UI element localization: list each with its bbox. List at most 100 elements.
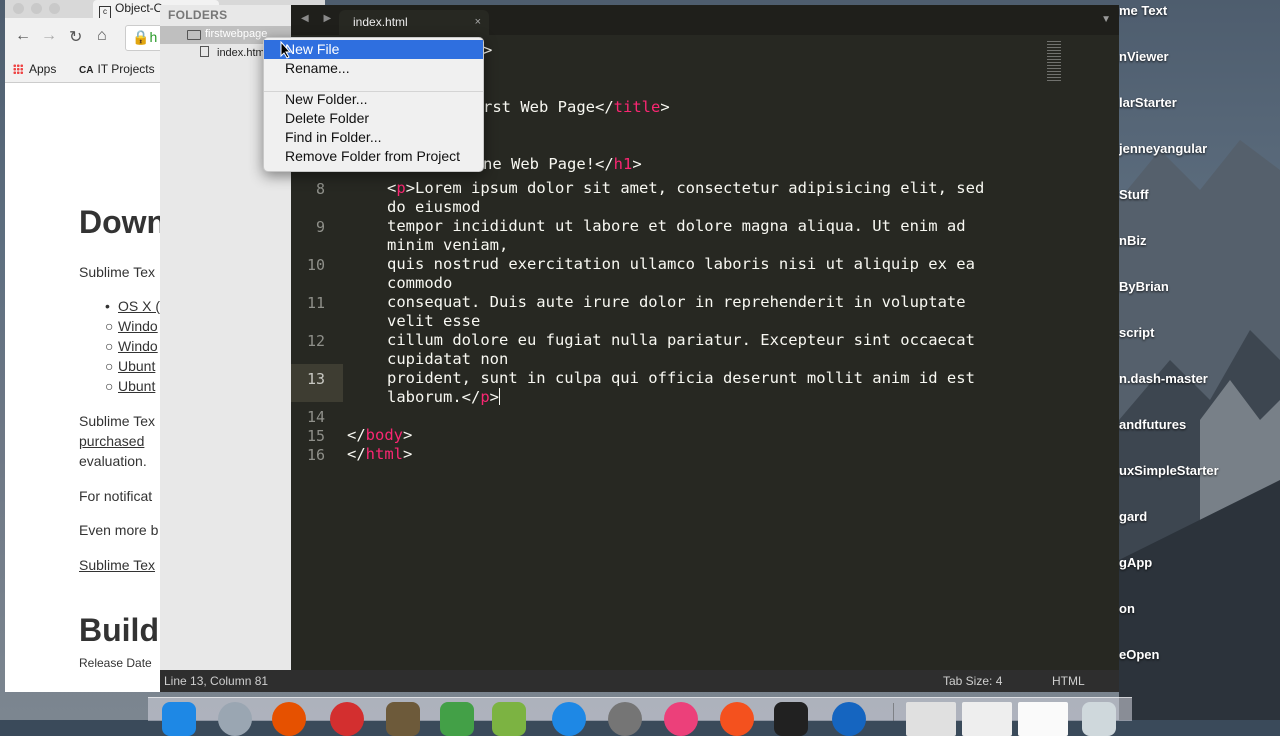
line-number: 12	[306, 332, 325, 350]
download-link[interactable]: Windo	[118, 338, 158, 354]
lock-icon: 🔒	[132, 29, 150, 45]
minimized-window-thumbnail[interactable]	[962, 702, 1012, 736]
line-number: 16	[306, 446, 325, 464]
download-link[interactable]: OS X (	[118, 298, 160, 314]
reload-icon[interactable]: ↻	[69, 27, 82, 47]
code-fragment: rst Web Page</title>	[483, 98, 670, 116]
code-line: </html>	[347, 445, 413, 463]
code-fragment: >	[483, 41, 493, 59]
window-close-button[interactable]	[13, 3, 24, 14]
code-text: >	[632, 155, 642, 173]
line-number: 13	[306, 370, 325, 388]
desktop-item[interactable]: gApp	[1119, 555, 1152, 570]
code-line: quis nostrud exercitation ullamco labori…	[387, 255, 975, 273]
page-paragraph: evaluation.	[79, 453, 147, 469]
line-number: 11	[306, 294, 325, 312]
page-link[interactable]: Sublime Tex	[79, 557, 155, 573]
list-item: ○	[105, 378, 114, 394]
dock	[148, 697, 1132, 736]
sublime-text-icon[interactable]	[386, 702, 420, 736]
trash-icon[interactable]	[1082, 702, 1116, 736]
sidebar-header: FOLDERS	[168, 8, 228, 22]
ca-logo-icon: CA	[79, 65, 94, 76]
finder-icon[interactable]	[162, 702, 196, 736]
menu-item-label: Rename...	[285, 60, 350, 76]
code-text: laborum.</	[387, 388, 481, 406]
desktop-item[interactable]: script	[1119, 325, 1154, 340]
code-line-wrap: commodo	[387, 274, 453, 292]
list-item: ○	[105, 338, 114, 354]
tab-index-html[interactable]: index.html ×	[339, 10, 489, 35]
file-icon	[200, 46, 209, 57]
desktop-item[interactable]: Stuff	[1119, 187, 1149, 202]
itunes-icon[interactable]	[664, 702, 698, 736]
list-item: •	[105, 298, 110, 314]
list-item: ○	[105, 358, 114, 374]
window-minimize-button[interactable]	[31, 3, 42, 14]
menu-item-label: New File	[285, 41, 340, 57]
facetime-icon[interactable]	[440, 702, 474, 736]
code-text: rst Web Page</	[483, 98, 614, 116]
desktop-item[interactable]: larStarter	[1119, 95, 1177, 110]
syntax-selector[interactable]: HTML	[1052, 670, 1085, 692]
firefox-icon[interactable]	[272, 702, 306, 736]
menu-item-delete-folder[interactable]: Delete Folder	[264, 109, 483, 128]
back-arrow-icon[interactable]: ←	[15, 27, 31, 45]
close-icon[interactable]: ×	[475, 10, 481, 34]
release-date: Release Date	[79, 656, 152, 670]
purchased-link[interactable]: purchased	[79, 433, 144, 449]
sidebar-folder-label: firstwebpage	[205, 28, 268, 40]
desktop-item[interactable]: ByBrian	[1119, 279, 1169, 294]
folder-open-icon	[187, 30, 201, 40]
minimap[interactable]	[1047, 41, 1061, 83]
minimized-window-thumbnail[interactable]	[906, 702, 956, 736]
system-preferences-icon[interactable]	[608, 702, 642, 736]
browser-app-icon[interactable]	[832, 702, 866, 736]
code-line-wrap: velit esse	[387, 312, 481, 330]
app-store-icon[interactable]	[552, 702, 586, 736]
desktop-item[interactable]: jenneyangular	[1119, 141, 1207, 156]
desktop-item[interactable]: uxSimpleStarter	[1119, 463, 1219, 478]
menu-item-label: Delete Folder	[285, 110, 370, 126]
desktop-item[interactable]: me Text	[1119, 3, 1167, 18]
menu-item-rename[interactable]: Rename...	[264, 59, 483, 78]
sidebar-file[interactable]: index.htm	[200, 46, 265, 59]
numbers-icon[interactable]	[492, 702, 526, 736]
desktop-item[interactable]: nViewer	[1119, 49, 1169, 64]
download-link[interactable]: Ubunt	[118, 358, 155, 374]
window-zoom-button[interactable]	[49, 3, 60, 14]
menu-item-find-in-folder[interactable]: Find in Folder...	[264, 128, 483, 147]
line-number: 15	[306, 427, 325, 445]
chrome-icon[interactable]	[330, 702, 364, 736]
tab-label: index.html	[353, 15, 408, 29]
home-icon[interactable]: ⌂	[97, 27, 107, 45]
terminal-icon[interactable]	[774, 702, 808, 736]
tab-size-selector[interactable]: Tab Size: 4	[943, 670, 1002, 692]
code-text: >	[660, 98, 670, 116]
menu-item-new-folder[interactable]: New Folder...	[264, 90, 483, 109]
forward-arrow-icon[interactable]: →	[41, 27, 57, 45]
desktop-item[interactable]: eOpen	[1119, 647, 1159, 662]
git-tool-icon[interactable]	[720, 702, 754, 736]
desktop-item[interactable]: n.dash-master	[1119, 371, 1208, 386]
code-tag: h1	[613, 155, 633, 173]
chevron-down-icon[interactable]: ▼	[1101, 14, 1111, 25]
download-link[interactable]: Ubunt	[118, 378, 155, 394]
minimized-window-thumbnail[interactable]	[1018, 702, 1068, 736]
launchpad-icon[interactable]	[218, 702, 252, 736]
bookmark-apps-label: Apps	[29, 62, 57, 76]
menu-item-remove-folder[interactable]: Remove Folder from Project	[264, 147, 483, 166]
desktop-item[interactable]: nBiz	[1119, 233, 1146, 248]
bookmark-apps[interactable]: Apps	[13, 62, 56, 76]
desktop-item[interactable]: on	[1119, 601, 1135, 616]
desktop-icon-labels: me Text nViewer larStarter jenneyangular…	[1119, 0, 1280, 720]
page-paragraph: For notificat	[79, 488, 153, 504]
menu-item-new-file[interactable]: New File	[264, 40, 483, 59]
tab-scroll-arrows-icon[interactable]: ◀ ▶	[301, 13, 337, 24]
bookmark-it-projects[interactable]: CA IT Projects	[79, 62, 155, 76]
line-number: 14	[306, 408, 325, 426]
desktop-item[interactable]: gard	[1119, 509, 1147, 524]
desktop-item[interactable]: andfutures	[1119, 417, 1186, 432]
download-link[interactable]: Windo	[118, 318, 158, 334]
code-line-wrap: cupidatat non	[387, 350, 509, 368]
